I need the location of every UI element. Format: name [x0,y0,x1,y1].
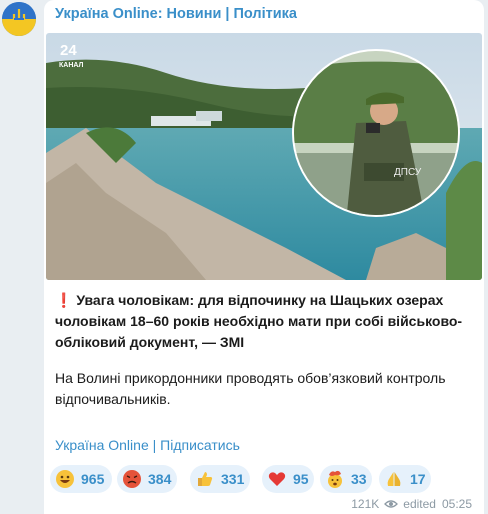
reaction-thumbs-up[interactable]: 331 [190,465,250,493]
post-headline: ❗ Увага чоловікам: для відпочинку на Шац… [55,290,475,353]
channel24-logo-number: 24 [60,42,77,59]
channel24-logo-word: КАНАЛ [59,62,84,69]
lake-photo-image: ДПСУ 24 КАНАЛ [46,33,482,280]
reaction-grinning[interactable]: 965 [50,465,112,493]
channel-title[interactable]: Україна Online: Новини | Політика [55,6,297,22]
reaction-count: 384 [148,471,172,487]
chat-background: Україна Online: Новини | Політика ДПСУ 2… [0,0,488,514]
post-photo[interactable]: ДПСУ 24 КАНАЛ [46,33,482,280]
views-count: 121K [351,497,380,511]
reaction-exploding-head[interactable]: 33 [320,465,372,493]
channel-logo-icon [2,2,36,36]
reaction-angry[interactable]: 384 [117,465,177,493]
exclamation-icon: ❗ [55,292,73,308]
reaction-heart[interactable]: 95 [262,465,314,493]
thumbs-up-icon [195,469,215,489]
message-time: 05:25 [441,497,472,511]
message-meta: 121K edited 05:25 [351,497,472,511]
red-heart-icon [267,469,287,489]
reaction-count: 965 [81,471,105,487]
angry-face-icon [122,469,142,489]
reaction-count: 95 [293,471,309,487]
post-body: На Волині прикордонники проводять обов’я… [55,370,446,407]
dpsu-badge-text: ДПСУ [394,167,422,178]
channel-avatar[interactable] [2,2,36,36]
edited-label: edited [403,497,436,511]
reaction-count: 33 [351,471,367,487]
reaction-count: 17 [410,471,426,487]
reaction-count: 331 [221,471,245,487]
grinning-face-icon [55,469,75,489]
headline-text: Увага чоловікам: для відпочинку на Шацьк… [55,292,463,350]
post-text: ❗ Увага чоловікам: для відпочинку на Шац… [55,290,475,410]
message-bubble: Україна Online: Новини | Політика ДПСУ 2… [44,0,484,514]
eye-icon [384,499,399,509]
subscribe-link[interactable]: Україна Online | Підписатись [55,437,240,453]
exploding-head-icon [325,469,345,489]
folded-hands-icon [384,469,404,489]
reaction-folded-hands[interactable]: 17 [379,465,431,493]
